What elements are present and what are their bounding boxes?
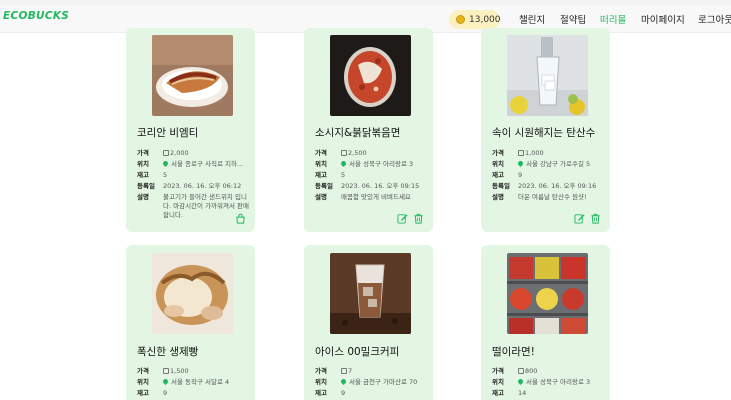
location-value: 서울 성북구 아리랑로 3 xyxy=(349,160,414,168)
product-info: 가격 2,500 위치 서울 성북구 아리랑로 3 재고 5 등록일 2023. 06.… xyxy=(315,148,427,203)
product-title: 폭신한 생제빵 xyxy=(137,346,199,358)
product-image-sandwich xyxy=(152,35,233,116)
location-pin-icon xyxy=(341,377,348,386)
location-pin-icon xyxy=(518,377,525,386)
nav-challenge[interactable]: 챌린지 xyxy=(519,12,545,26)
product-card[interactable]: 폭신한 생제빵 가격 1,500 위치 서울 동작구 서달로 4 재고 9 xyxy=(126,245,255,400)
product-image-bread xyxy=(152,253,233,334)
price-value: 1,000 xyxy=(525,149,544,157)
nav-clearance-mall[interactable]: 떠리몰 xyxy=(600,12,626,26)
registered-label: 등록일 xyxy=(315,182,333,190)
registered-value: 2023. 06. 16. 오후 09:15 xyxy=(341,182,420,190)
stock-label: 재고 xyxy=(492,171,504,179)
product-title: 소시지&붉닭볶음면 xyxy=(315,127,401,139)
points-badge: 13,000 xyxy=(449,10,501,29)
price-icon xyxy=(163,149,169,156)
product-card[interactable]: 소시지&붉닭볶음면 가격 2,500 위치 서울 성북구 아리랑로 3 재고 5 등록… xyxy=(304,28,433,232)
nav-logout[interactable]: 로그아웃 xyxy=(698,12,731,26)
edit-icon[interactable] xyxy=(574,213,585,224)
price-value: 7 xyxy=(348,367,353,375)
trash-icon[interactable] xyxy=(413,213,424,224)
product-title: 아이스 00밀크커피 xyxy=(315,346,400,358)
location-label: 위치 xyxy=(492,160,504,168)
price-icon xyxy=(341,149,347,156)
location-value: 서울 금천구 가마산로 70 xyxy=(349,378,418,386)
stock-value: 5 xyxy=(341,171,346,179)
price-label: 가격 xyxy=(137,367,149,375)
price-value: 800 xyxy=(525,367,538,375)
price-icon xyxy=(518,149,524,156)
price-icon xyxy=(518,367,524,374)
price-value: 2,500 xyxy=(348,149,367,157)
product-card[interactable]: 떨이라면! 가격 800 위치 서울 성북구 아리랑로 3 재고 14 xyxy=(481,245,610,400)
location-value: 서울 강남구 가로수길 5 xyxy=(526,160,591,168)
stock-value: 9 xyxy=(341,389,346,397)
location-value: 서울 종로구 사직로 지하... xyxy=(171,160,244,168)
product-info: 가격 1,000 위치 서울 강남구 가로수길 5 재고 9 등록일 2023. 06.… xyxy=(492,148,604,203)
price-label: 가격 xyxy=(492,149,504,157)
shopping-bag-icon[interactable] xyxy=(235,213,246,224)
location-pin-icon xyxy=(341,159,348,168)
product-image-ramen-shelf xyxy=(507,253,588,334)
description-value: 매콤함 맛있게 비벼드세요 xyxy=(341,193,411,201)
description-label: 설명 xyxy=(315,193,327,201)
stock-label: 재고 xyxy=(137,171,149,179)
coin-icon xyxy=(456,15,465,24)
product-info: 가격 1,500 위치 서울 동작구 서달로 4 재고 9 xyxy=(137,366,249,399)
product-info: 가격 7 위치 서울 금천구 가마산로 70 재고 9 xyxy=(315,366,427,399)
edit-icon[interactable] xyxy=(397,213,408,224)
product-info: 가격 2,000 위치 서울 종로구 사직로 지하... 재고 5 등록일 2023. … xyxy=(137,148,249,220)
product-title: 코리안 비엠티 xyxy=(137,127,199,139)
price-value: 1,500 xyxy=(170,367,189,375)
product-card[interactable]: 아이스 00밀크커피 가격 7 위치 서울 금천구 가마산로 70 재고 9 xyxy=(304,245,433,400)
location-label: 위치 xyxy=(492,378,504,386)
location-label: 위치 xyxy=(315,160,327,168)
location-value: 서울 성북구 아리랑로 3 xyxy=(526,378,591,386)
stock-label: 재고 xyxy=(315,171,327,179)
location-label: 위치 xyxy=(137,160,149,168)
price-value: 2,000 xyxy=(170,149,189,157)
stock-label: 재고 xyxy=(492,389,504,397)
location-pin-icon xyxy=(518,159,525,168)
location-pin-icon xyxy=(163,377,170,386)
location-pin-icon xyxy=(163,159,170,168)
stock-value: 5 xyxy=(163,171,168,179)
price-icon xyxy=(341,367,347,374)
location-value: 서울 동작구 서달로 4 xyxy=(171,378,230,386)
location-label: 위치 xyxy=(315,378,327,386)
registered-label: 등록일 xyxy=(137,182,155,190)
price-label: 가격 xyxy=(137,149,149,157)
product-title: 속이 시원해지는 탄산수 xyxy=(492,127,596,139)
nav-saving-tips[interactable]: 절약팁 xyxy=(560,12,586,26)
registered-value: 2023. 06. 16. 오후 09:16 xyxy=(518,182,597,190)
stock-label: 재고 xyxy=(137,389,149,397)
product-card[interactable]: 코리안 비엠티 가격 2,000 위치 서울 종로구 사직로 지하... 재고 5 등… xyxy=(126,28,255,232)
registered-value: 2023. 06. 16. 오후 06:12 xyxy=(163,182,242,190)
product-image-noodles xyxy=(330,35,411,116)
price-label: 가격 xyxy=(315,149,327,157)
location-label: 위치 xyxy=(137,378,149,386)
product-image-iced-coffee xyxy=(330,253,411,334)
points-value: 13,000 xyxy=(469,14,501,25)
price-label: 가격 xyxy=(492,367,504,375)
trash-icon[interactable] xyxy=(590,213,601,224)
stock-value: 14 xyxy=(518,389,527,397)
stock-value: 9 xyxy=(163,389,168,397)
price-label: 가격 xyxy=(315,367,327,375)
description-label: 설명 xyxy=(492,193,504,201)
description-label: 설명 xyxy=(137,193,149,201)
logo[interactable]: ECOBUCKS xyxy=(3,10,69,22)
price-icon xyxy=(163,367,169,374)
product-image-soda-water xyxy=(507,35,588,116)
nav-mypage[interactable]: 마이페이지 xyxy=(641,12,685,26)
product-info: 가격 800 위치 서울 성북구 아리랑로 3 재고 14 xyxy=(492,366,604,399)
product-card[interactable]: 속이 시원해지는 탄산수 가격 1,000 위치 서울 강남구 가로수길 5 재고 9… xyxy=(481,28,610,232)
registered-label: 등록일 xyxy=(492,182,510,190)
stock-label: 재고 xyxy=(315,389,327,397)
stock-value: 9 xyxy=(518,171,523,179)
product-title: 떨이라면! xyxy=(492,346,535,358)
description-value: 더운 여름날 탄산수 원샷! xyxy=(518,193,587,201)
